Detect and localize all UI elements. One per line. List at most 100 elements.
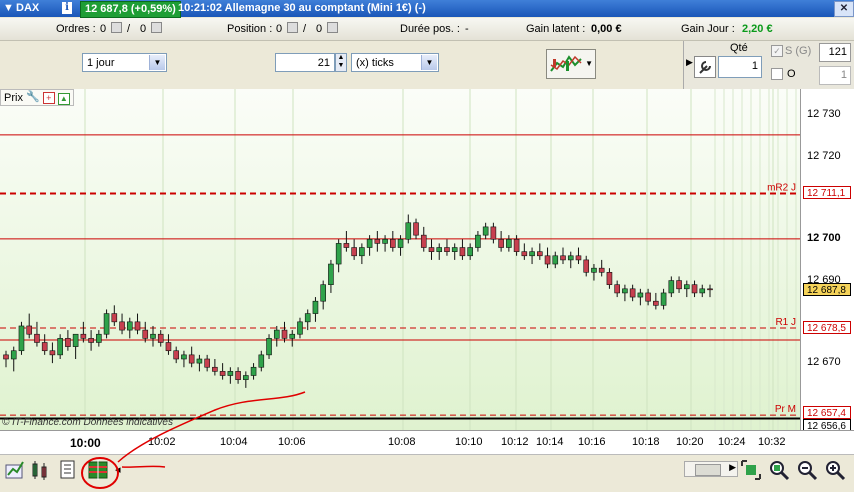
qty-value: 1 (751, 60, 758, 72)
units-type-value: (x) ticks (356, 57, 394, 69)
chart-type-button[interactable]: ▼ (546, 49, 596, 79)
level-label: mR2 J (767, 182, 796, 193)
period-value: 1 jour (87, 57, 115, 69)
candle (691, 284, 698, 294)
dropdown-arrow-icon[interactable]: ▼ (3, 2, 14, 14)
candle (312, 300, 319, 314)
level-price-label: 12 711,1 (803, 186, 851, 200)
current-price-label: 12 687,8 (803, 282, 851, 296)
order-panel: ▶ Qté 1 ✓ S (G) 121 O 1 (683, 41, 854, 89)
candle (351, 247, 357, 257)
candle (196, 358, 203, 364)
position-box-icon[interactable] (287, 22, 298, 36)
candle (281, 329, 288, 339)
day-gain-value: 2,20 € (742, 23, 773, 35)
wrench-button[interactable] (694, 56, 716, 78)
sg-label: S (G) (785, 45, 812, 57)
candle (699, 288, 706, 294)
candle (382, 238, 388, 244)
candle (420, 234, 427, 248)
wrench-icon[interactable]: 🔧 (26, 91, 40, 103)
time-tick-label: 10:20 (676, 436, 704, 448)
zoom-out-icon[interactable] (796, 459, 818, 481)
candle (451, 247, 458, 252)
candle (250, 366, 257, 376)
zoom-reset-icon[interactable] (768, 459, 790, 481)
prix-header: Prix 🔧 + ▲ (0, 89, 74, 106)
chevron-down-icon[interactable]: ▼ (149, 55, 165, 70)
qty-input[interactable]: 1 (718, 56, 762, 78)
candle (397, 238, 404, 248)
units-stepper[interactable]: ▲ ▼ (335, 53, 347, 72)
o-value: 1 (840, 69, 847, 81)
zoom-fit-icon[interactable] (740, 459, 762, 481)
units-type-select[interactable]: (x) ticks ▼ (351, 53, 439, 72)
o-input[interactable]: 1 (819, 66, 851, 85)
candlestick-chart[interactable]: mR2 J R1 J Pr M (0, 89, 800, 430)
candle (65, 338, 71, 347)
chevron-down-icon[interactable]: ▼ (421, 55, 437, 70)
window-title: 10:21:02 Allemagne 30 au comptant (Mini … (178, 2, 426, 14)
time-tick-label: 10:24 (718, 436, 746, 448)
candle (273, 329, 280, 339)
level-label: R1 J (775, 317, 796, 328)
price-tick-label: 12 700 (807, 232, 841, 245)
watermark: © IT-Finance.com Données indicatives (2, 417, 173, 428)
candle (645, 292, 651, 302)
price-axis[interactable]: 12 730 12 720 12 700 12 690 12 670 12 711,1 12… (800, 89, 854, 433)
price-chart[interactable]: mR2 J R1 J Pr M Prix 🔧 + ▲ © IT-Finance.co… (0, 89, 800, 430)
candle (134, 321, 141, 331)
candle (41, 342, 48, 352)
candle (366, 238, 373, 248)
candle (235, 371, 241, 380)
candle (335, 243, 342, 265)
candle (544, 255, 551, 265)
bottom-toolbar: ◂ ▶ (0, 454, 854, 489)
candle (34, 333, 40, 343)
candle (72, 333, 79, 347)
sg-checkbox[interactable]: ✓ (771, 45, 783, 57)
up-arrow-icon[interactable]: ▲ (57, 93, 70, 105)
chart-type-icon (550, 55, 582, 72)
units-input[interactable]: 21 (275, 53, 335, 72)
candle (413, 222, 419, 236)
add-indicator-icon[interactable]: + (42, 92, 55, 104)
chevron-down-icon[interactable]: ▼ (585, 59, 593, 68)
orders-box-icon[interactable] (111, 22, 122, 36)
level-label: Pr M (775, 404, 796, 415)
scroll-right-icon[interactable]: ▶ (729, 462, 736, 473)
candle (227, 371, 234, 376)
time-axis[interactable]: 10:00 10:02 10:04 10:06 10:08 10:10 10:12 10:14… (0, 430, 854, 455)
position-label: Position : (227, 23, 273, 35)
orders-label: Ordres : (56, 23, 96, 35)
instrument-name[interactable]: DAX (16, 2, 39, 14)
position-box-icon-2[interactable] (327, 22, 338, 36)
collapse-arrow-icon[interactable]: ▶ (686, 57, 693, 68)
time-tick-label: 10:00 (70, 436, 101, 450)
period-select[interactable]: 1 jour ▼ (82, 53, 167, 72)
horizontal-scrollbar[interactable]: ▶ (684, 461, 738, 477)
candle (428, 247, 435, 252)
day-gain-label: Gain Jour : (681, 23, 735, 35)
orders-box-icon-2[interactable] (151, 22, 162, 36)
wrench-icon (699, 61, 711, 74)
candle (10, 350, 17, 360)
candle (567, 255, 574, 261)
candle (165, 342, 172, 352)
candle (258, 354, 265, 368)
time-tick-label: 10:10 (455, 436, 483, 448)
time-tick-label: 10:06 (278, 436, 306, 448)
info-icon[interactable]: i (62, 2, 72, 14)
close-icon[interactable]: ✕ (834, 1, 854, 17)
zoom-in-icon[interactable] (824, 459, 846, 481)
price-change-badge: 12 687,8 (+0,59%) (80, 1, 181, 18)
scrollbar-thumb[interactable] (695, 464, 721, 476)
title-bar: ▼ DAX i 12 687,8 (+0,59%) 10:21:02 Allem… (0, 0, 854, 18)
sg-input[interactable]: 121 (819, 43, 851, 62)
candle (126, 321, 133, 331)
prix-label: Prix (4, 92, 23, 104)
candle (490, 226, 497, 240)
candle (622, 288, 628, 294)
candle (498, 238, 504, 248)
o-checkbox[interactable] (771, 68, 783, 80)
